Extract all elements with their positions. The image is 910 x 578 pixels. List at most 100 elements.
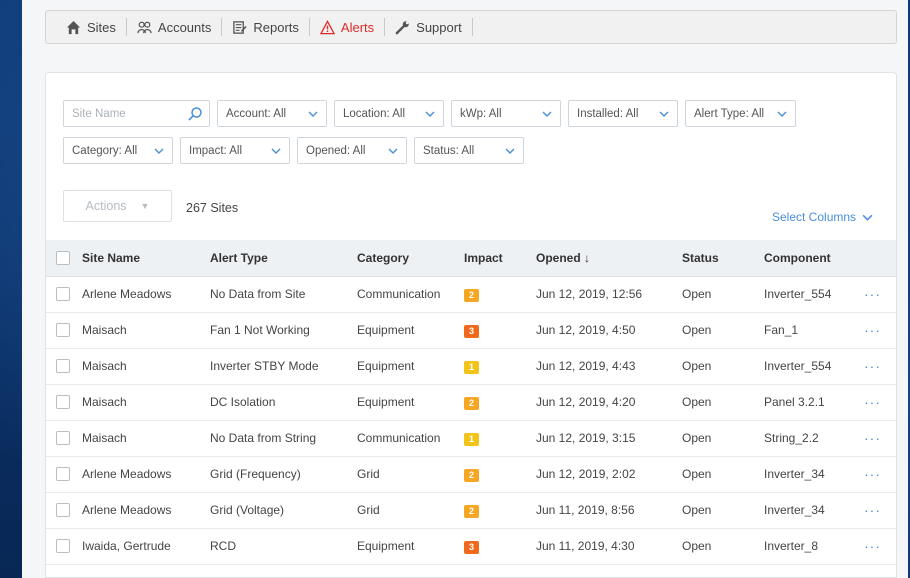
row-more-icon[interactable]: ··· — [864, 286, 881, 302]
row-checkbox[interactable] — [56, 503, 70, 518]
row-more-icon[interactable]: ··· — [864, 394, 881, 410]
table-row[interactable]: Arlene Meadows No Data from Site Communica… — [46, 276, 896, 313]
nav-divider — [471, 18, 473, 36]
nav-alerts-label: Alerts — [340, 19, 375, 35]
column-header-component[interactable]: Component — [764, 240, 864, 277]
select-all-checkbox[interactable] — [56, 251, 70, 266]
impact-filter[interactable]: Impact: All — [180, 137, 290, 164]
impact-cell: 2 — [464, 384, 536, 421]
table-body: Arlene Meadows No Data from Site Communica… — [46, 276, 896, 565]
status-filter[interactable]: Status: All — [414, 137, 524, 164]
component-cell: String_2.2 — [764, 420, 864, 457]
status-cell: Open — [682, 276, 764, 313]
table-row[interactable]: Iwaida, Gertrude RCD Equipment 3 Jun 11, 201… — [46, 528, 896, 565]
impact-filter-value: Impact: All — [189, 144, 243, 157]
site-name-search-input[interactable] — [72, 107, 182, 120]
status-cell: Open — [682, 492, 764, 529]
component-cell: Fan_1 — [764, 312, 864, 349]
column-header-alert-type[interactable]: Alert Type — [210, 240, 357, 277]
alerts-panel: Account: All Location: All kWp: All Inst… — [45, 72, 897, 578]
account-filter[interactable]: Account: All — [217, 100, 327, 127]
row-checkbox[interactable] — [56, 395, 70, 410]
chevron-down-icon — [862, 214, 873, 221]
column-header-opened[interactable]: Opened ↓ — [536, 240, 682, 277]
kwp-filter-value: kWp: All — [460, 107, 502, 120]
nav-reports[interactable]: Reports — [222, 17, 309, 37]
row-more-icon[interactable]: ··· — [864, 538, 881, 554]
actions-dropdown[interactable]: Actions ▼ — [63, 190, 172, 222]
category-cell: Equipment — [357, 312, 464, 349]
kwp-filter[interactable]: kWp: All — [451, 100, 561, 127]
site-search — [63, 100, 210, 127]
category-cell: Communication — [357, 276, 464, 313]
row-more-icon[interactable]: ··· — [864, 466, 881, 482]
accounts-icon — [137, 21, 152, 33]
impact-cell: 2 — [464, 276, 536, 313]
site-count: 267 Sites — [186, 201, 239, 215]
alert-type-cell: No Data from String — [210, 420, 357, 457]
row-checkbox[interactable] — [56, 359, 70, 374]
nav-support[interactable]: Support — [385, 17, 472, 37]
nav-accounts[interactable]: Accounts — [127, 17, 221, 37]
location-filter[interactable]: Location: All — [334, 100, 444, 127]
alert-type-cell: Inverter STBY Mode — [210, 348, 357, 385]
impact-cell: 2 — [464, 492, 536, 529]
component-cell: Panel 3.2.1 — [764, 384, 864, 421]
column-header-site-name[interactable]: Site Name — [82, 240, 210, 277]
alert-type-cell: Fan 1 Not Working — [210, 312, 357, 349]
category-cell: Equipment — [357, 528, 464, 565]
alert-type-cell: No Data from Site — [210, 276, 357, 313]
status-cell: Open — [682, 312, 764, 349]
column-header-impact[interactable]: Impact — [464, 240, 536, 277]
row-checkbox[interactable] — [56, 431, 70, 446]
nav-alerts[interactable]: Alerts — [310, 17, 384, 37]
column-header-category[interactable]: Category — [357, 240, 464, 277]
select-columns-link[interactable]: Select Columns — [772, 210, 873, 224]
alert-type-cell: Grid (Voltage) — [210, 492, 357, 529]
impact-badge: 1 — [464, 432, 479, 446]
row-more-icon[interactable]: ··· — [864, 358, 881, 374]
row-more-icon[interactable]: ··· — [864, 502, 881, 518]
opened-filter[interactable]: Opened: All — [297, 137, 407, 164]
table-row[interactable]: Maisach No Data from String Communication 1… — [46, 420, 896, 457]
location-filter-value: Location: All — [343, 107, 406, 120]
search-icon[interactable] — [187, 106, 203, 122]
table-header-row: Site Name Alert Type Category Impact Ope… — [46, 240, 896, 277]
category-cell: Grid — [357, 456, 464, 493]
site-name-cell: Maisach — [82, 312, 210, 349]
row-checkbox[interactable] — [56, 467, 70, 482]
opened-cell: Jun 12, 2019, 12:56 — [536, 276, 682, 313]
installed-filter[interactable]: Installed: All — [568, 100, 678, 127]
row-checkbox[interactable] — [56, 323, 70, 338]
caret-down-icon: ▼ — [140, 201, 150, 211]
column-header-status[interactable]: Status — [682, 240, 764, 277]
nav-sites[interactable]: Sites — [56, 17, 126, 37]
row-more-icon[interactable]: ··· — [864, 322, 881, 338]
alert-type-filter[interactable]: Alert Type: All — [685, 100, 796, 127]
nav-support-label: Support — [416, 19, 462, 35]
table-row[interactable]: Maisach Inverter STBY Mode Equipment 1 Jun 1… — [46, 348, 896, 385]
row-checkbox[interactable] — [56, 287, 70, 302]
table-row[interactable]: Arlene Meadows Grid (Frequency) Grid 2 Jun 1… — [46, 456, 896, 493]
alert-triangle-icon — [319, 19, 335, 34]
impact-badge: 2 — [464, 504, 479, 518]
site-name-cell: Maisach — [82, 420, 210, 457]
chevron-down-icon — [659, 111, 669, 117]
row-checkbox[interactable] — [56, 539, 70, 554]
table-row[interactable]: Arlene Meadows Grid (Voltage) Grid 2 Jun 11,… — [46, 492, 896, 529]
category-cell: Grid — [357, 492, 464, 529]
impact-cell: 2 — [464, 456, 536, 493]
table-row[interactable]: Maisach Fan 1 Not Working Equipment 3 Jun 12… — [46, 312, 896, 349]
impact-badge: 3 — [464, 324, 479, 338]
site-name-cell: Iwaida, Gertrude — [82, 528, 210, 565]
opened-filter-value: Opened: All — [306, 144, 366, 157]
site-name-cell: Arlene Meadows — [82, 276, 210, 313]
chevron-down-icon — [154, 148, 164, 154]
table-row[interactable]: Maisach DC Isolation Equipment 2 Jun 12, 201… — [46, 384, 896, 421]
category-cell: Equipment — [357, 348, 464, 385]
chevron-down-icon — [425, 111, 435, 117]
category-filter[interactable]: Category: All — [63, 137, 173, 164]
top-nav: Sites Accounts Reports Alerts Support — [45, 10, 897, 44]
row-more-icon[interactable]: ··· — [864, 430, 881, 446]
site-name-cell: Maisach — [82, 384, 210, 421]
